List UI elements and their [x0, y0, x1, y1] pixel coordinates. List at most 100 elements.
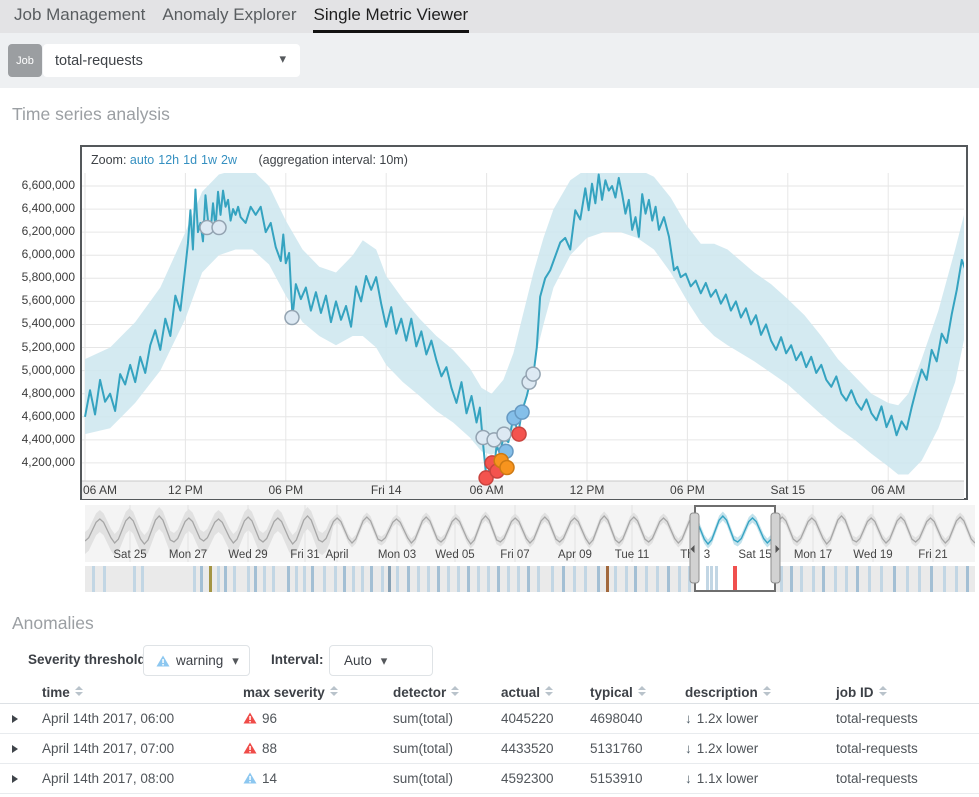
swimlane-anomaly-bar[interactable] — [880, 566, 883, 592]
swimlane-anomaly-bar[interactable] — [407, 566, 410, 592]
swimlane-anomaly-bar[interactable] — [955, 566, 958, 592]
swimlane-anomaly-bar[interactable] — [352, 566, 355, 592]
swimlane-anomaly-bar[interactable] — [667, 566, 670, 592]
swimlane-anomaly-bar[interactable] — [263, 566, 266, 592]
swimlane-anomaly-bar[interactable] — [868, 566, 871, 592]
swimlane-anomaly-bar[interactable] — [427, 566, 430, 592]
zoom-option-2w[interactable]: 2w — [221, 153, 237, 167]
column-header-description[interactable]: description — [685, 685, 836, 700]
swimlane-anomaly-bar[interactable] — [92, 566, 95, 592]
swimlane-anomaly-bar[interactable] — [918, 566, 921, 592]
swimlane-anomaly-bar[interactable] — [388, 566, 391, 592]
swimlane-anomaly-bar[interactable] — [733, 566, 737, 592]
swimlane-anomaly-bar[interactable] — [715, 566, 718, 592]
swimlane-anomaly-bar[interactable] — [477, 566, 480, 592]
swimlane-anomaly-bar[interactable] — [323, 566, 326, 592]
severity-threshold-dropdown[interactable]: warning ▾ — [143, 645, 250, 676]
swimlane-anomaly-bar[interactable] — [272, 566, 275, 592]
swimlane-anomaly-bar[interactable] — [247, 566, 250, 592]
swimlane-anomaly-bar[interactable] — [417, 566, 420, 592]
sort-icon[interactable] — [638, 686, 646, 696]
swimlane-anomaly-bar[interactable] — [437, 566, 440, 592]
focus-chart-canvas[interactable]: 06 AM12 PM06 PMFri 1406 AM12 PM06 PMSat … — [82, 173, 964, 499]
anomaly-marker-warning[interactable] — [515, 405, 529, 419]
swimlane-anomaly-bar[interactable] — [943, 566, 946, 592]
swimlane-anomaly-bar[interactable] — [537, 566, 540, 592]
swimlane-anomaly-bar[interactable] — [457, 566, 460, 592]
anomaly-marker-critical[interactable] — [512, 427, 526, 441]
swimlane-anomaly-bar[interactable] — [906, 566, 909, 592]
swimlane-anomaly-bar[interactable] — [224, 566, 227, 592]
column-header-max-severity[interactable]: max severity — [243, 685, 393, 700]
tab-job-management[interactable]: Job Management — [13, 0, 146, 33]
swimlane-anomaly-bar[interactable] — [303, 566, 306, 592]
swimlane-anomaly-bar[interactable] — [834, 566, 837, 592]
swimlane-anomaly-bar[interactable] — [573, 566, 576, 592]
swimlane-anomaly-bar[interactable] — [497, 566, 500, 592]
swimlane-anomaly-bar[interactable] — [710, 566, 713, 592]
swimlane-anomaly-bar[interactable] — [822, 566, 825, 592]
column-header-typical[interactable]: typical — [590, 685, 685, 700]
swimlane-anomaly-bar[interactable] — [966, 566, 969, 592]
swimlane-anomaly-bar[interactable] — [133, 566, 136, 592]
swimlane-anomaly-bar[interactable] — [562, 566, 565, 592]
swimlane-anomaly-bar[interactable] — [381, 566, 384, 592]
swimlane-anomaly-bar[interactable] — [209, 566, 212, 592]
zoom-option-1w[interactable]: 1w — [201, 153, 217, 167]
column-header-time[interactable]: time — [42, 685, 243, 700]
swimlane-anomaly-bar[interactable] — [396, 566, 399, 592]
swimlane-anomaly-bar[interactable] — [706, 566, 709, 592]
swimlane-anomaly-bar[interactable] — [634, 566, 637, 592]
swimlane-anomaly-bar[interactable] — [141, 566, 144, 592]
swimlane-anomaly-bar[interactable] — [614, 566, 617, 592]
swimlane-anomaly-bar[interactable] — [551, 566, 554, 592]
column-header-actual[interactable]: actual — [501, 685, 590, 700]
column-header-job-id[interactable]: job ID — [836, 685, 979, 700]
swimlane-anomaly-bar[interactable] — [597, 566, 600, 592]
expand-row-icon[interactable] — [12, 715, 18, 723]
column-header-detector[interactable]: detector — [393, 685, 501, 700]
sort-icon[interactable] — [545, 686, 553, 696]
swimlane-anomaly-bar[interactable] — [334, 566, 337, 592]
swimlane-anomaly-bar[interactable] — [606, 566, 609, 592]
anomaly-marker-low[interactable] — [526, 367, 540, 381]
swimlane-anomaly-bar[interactable] — [254, 566, 257, 592]
zoom-option-auto[interactable]: auto — [130, 153, 154, 167]
swimlane-anomaly-bar[interactable] — [517, 566, 520, 592]
swimlane-anomaly-bar[interactable] — [447, 566, 450, 592]
sort-icon[interactable] — [879, 686, 887, 696]
swimlane-anomaly-bar[interactable] — [370, 566, 373, 592]
swimlane-anomaly-bar[interactable] — [487, 566, 490, 592]
swimlane-anomaly-bar[interactable] — [656, 566, 659, 592]
anomaly-marker-low[interactable] — [212, 221, 226, 235]
sort-icon[interactable] — [75, 686, 83, 696]
sort-icon[interactable] — [763, 686, 771, 696]
anomaly-marker-low[interactable] — [285, 311, 299, 325]
swimlane-anomaly-bar[interactable] — [200, 566, 203, 592]
swimlane-anomaly-bar[interactable] — [790, 566, 793, 592]
swimlane-anomaly-bar[interactable] — [845, 566, 848, 592]
swimlane-anomaly-bar[interactable] — [930, 566, 933, 592]
expand-row-icon[interactable] — [12, 775, 18, 783]
interval-dropdown[interactable]: Auto ▾ — [329, 645, 433, 676]
swimlane-anomaly-bar[interactable] — [800, 566, 803, 592]
swimlane-anomaly-bar[interactable] — [311, 566, 314, 592]
sort-icon[interactable] — [330, 686, 338, 696]
swimlane-anomaly-bar[interactable] — [103, 566, 106, 592]
job-select-dropdown[interactable]: total-requests ▾ — [43, 44, 300, 77]
swimlane-anomaly-bar[interactable] — [812, 566, 815, 592]
zoom-option-1d[interactable]: 1d — [183, 153, 197, 167]
swimlane-anomaly-bar[interactable] — [467, 566, 470, 592]
swimlane-anomaly-bar[interactable] — [361, 566, 364, 592]
swimlane-anomaly-bar[interactable] — [893, 566, 896, 592]
swimlane-anomaly-bar[interactable] — [645, 566, 648, 592]
swimlane-anomaly-bar[interactable] — [527, 566, 530, 592]
swimlane-anomaly-bar[interactable] — [625, 566, 628, 592]
sort-icon[interactable] — [451, 686, 459, 696]
swimlane-anomaly-bar[interactable] — [343, 566, 346, 592]
swimlane-anomaly-bar[interactable] — [193, 566, 196, 592]
anomaly-marker-low[interactable] — [497, 427, 511, 441]
swimlane-anomaly-bar[interactable] — [233, 566, 236, 592]
context-chart-canvas[interactable]: Sat 25Mon 27Wed 29Fri 31AprilMon 03Wed 0… — [85, 505, 975, 593]
swimlane-anomaly-bar[interactable] — [287, 566, 290, 592]
